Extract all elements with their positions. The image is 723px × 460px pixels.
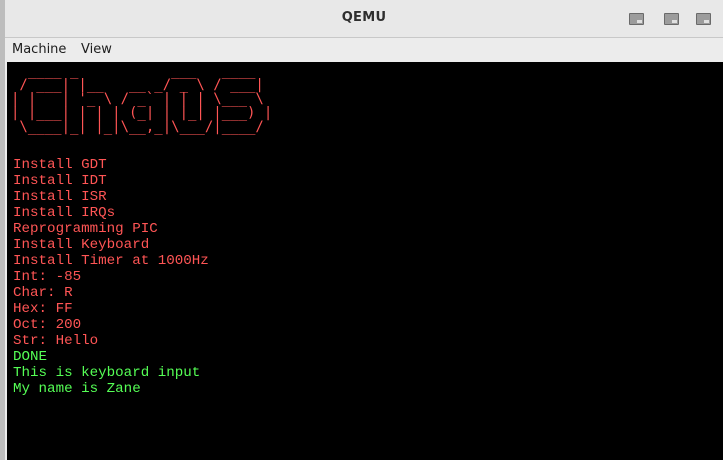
title-bar[interactable]: QEMU	[5, 0, 723, 38]
console-line: Char: R	[13, 285, 73, 301]
console-line: This is keyboard input	[13, 365, 201, 381]
console-line: My name is Zane	[13, 381, 141, 397]
console-line: Install Timer at 1000Hz	[13, 253, 209, 269]
close-button[interactable]	[694, 11, 712, 26]
console-line: Install ISR	[13, 189, 107, 205]
console-line: Hex: FF	[13, 301, 73, 317]
console-output: Install GDT Install IDT Install ISR Inst…	[13, 157, 209, 397]
console-line: Str: Hello	[13, 333, 99, 349]
console-line: Oct: 200	[13, 317, 82, 333]
minimize-button[interactable]	[627, 11, 645, 26]
console-line: Install IRQs	[13, 205, 116, 221]
vm-display[interactable]: ____ _ ___ ____ / ___| |__ __ _/ _ \ / _…	[7, 62, 723, 460]
menu-view[interactable]: View	[81, 42, 112, 57]
console-line: Install IDT	[13, 173, 107, 189]
menu-machine[interactable]: Machine	[12, 42, 66, 57]
logo-line: \____|_| |_|\__,_|\___/|____/	[11, 119, 264, 135]
console-line: Install Keyboard	[13, 237, 150, 253]
maximize-icon	[663, 12, 679, 25]
console-line: DONE	[13, 349, 48, 365]
menu-bar: Machine View	[5, 38, 723, 61]
close-icon	[695, 12, 711, 25]
maximize-button[interactable]	[662, 11, 680, 26]
minimize-icon	[628, 12, 644, 25]
console-line: Int: -85	[13, 269, 82, 285]
chaos-ascii-logo: ____ _ ___ ____ / ___| |__ __ _/ _ \ / _…	[11, 64, 272, 134]
window-title: QEMU	[341, 10, 387, 25]
console-line: Install GDT	[13, 157, 107, 173]
console-line: Reprogramming PIC	[13, 221, 158, 237]
qemu-window: QEMU Machine View ____ _ ___ ____ / ___|…	[5, 0, 723, 460]
